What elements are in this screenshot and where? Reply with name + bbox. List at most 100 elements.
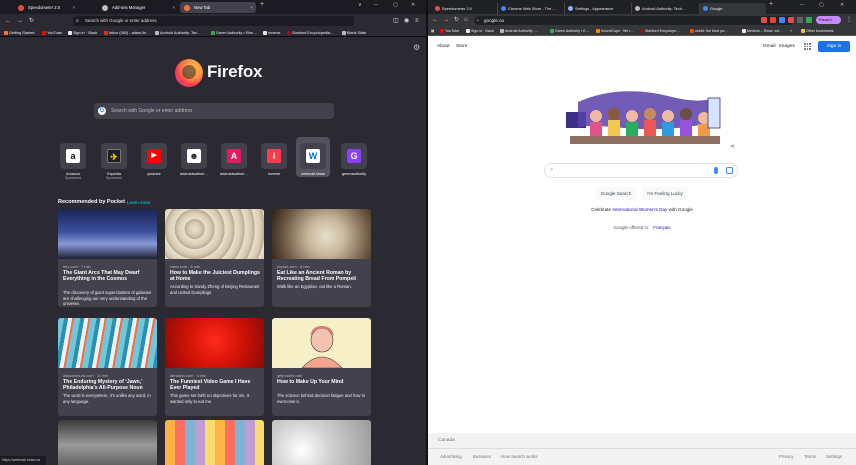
share-icon[interactable]: ⋖ bbox=[730, 143, 735, 150]
chrome-tab[interactable]: Settings - Appearance bbox=[565, 3, 632, 14]
top-site-greenauthority[interactable]: Ggreenauthority bbox=[337, 143, 371, 176]
bookmark-item[interactable]: Android Authority -… bbox=[500, 27, 538, 36]
google-search-input[interactable]: ⌕ bbox=[544, 163, 738, 178]
bookmark-item[interactable]: Inbox (360) - adam.lin… bbox=[104, 29, 150, 37]
apps-grid-icon[interactable]: ▦ bbox=[431, 27, 434, 36]
bookmark-item[interactable]: Blank Slate bbox=[342, 29, 366, 37]
bookmark-item[interactable]: SoundCups · We t… bbox=[596, 27, 634, 36]
maximize-icon[interactable]: ▢ bbox=[393, 2, 398, 8]
top-site-webmail-shaw[interactable]: Wwebmail.shaw bbox=[296, 137, 330, 177]
pocket-card[interactable]: bbc.com · 7 min The Giant Arcs That May … bbox=[58, 209, 157, 307]
bookmark-item[interactable]: Android Authority -Tec… bbox=[155, 29, 201, 37]
extensions-puzzle-icon[interactable] bbox=[797, 17, 803, 23]
pocket-card[interactable]: getpocket.com How to Make Up Your Mind T… bbox=[272, 318, 371, 416]
minimize-icon[interactable]: ─ bbox=[800, 2, 804, 8]
google-search-button[interactable]: Google Search bbox=[596, 187, 636, 200]
gear-icon[interactable]: ⚙ bbox=[413, 43, 420, 52]
new-tab-button[interactable]: + bbox=[260, 1, 264, 8]
home-icon[interactable]: ⌂ bbox=[464, 16, 468, 24]
pocket-card[interactable]: popsci.com · 8 min Eat Like an Ancient R… bbox=[272, 209, 371, 307]
back-arrow-icon[interactable]: ← bbox=[5, 17, 11, 25]
chrome-menu-icon[interactable]: ⋮ bbox=[846, 16, 852, 24]
pocket-icon[interactable]: ◫ bbox=[393, 17, 399, 25]
google-apps-icon[interactable] bbox=[804, 43, 811, 50]
profile-paused-button[interactable]: Paused bbox=[816, 16, 841, 24]
reload-icon[interactable]: ↻ bbox=[454, 16, 459, 24]
firefox-tab-active[interactable]: New Tab × bbox=[180, 2, 256, 13]
extension-icon[interactable] bbox=[806, 17, 812, 23]
language-link-francais[interactable]: Français bbox=[653, 225, 670, 230]
chrome-omnibox[interactable]: • google.ca bbox=[474, 16, 794, 25]
back-arrow-icon[interactable]: ← bbox=[432, 16, 438, 24]
bookmark-item[interactable]: Green Authority • Elec… bbox=[211, 29, 257, 37]
bookmark-item[interactable]: Medium – Read, wri… bbox=[742, 27, 783, 36]
new-tab-button[interactable]: + bbox=[769, 1, 773, 8]
top-site-inverse[interactable]: Iinverse bbox=[257, 143, 291, 176]
forward-arrow-icon[interactable]: → bbox=[17, 17, 23, 25]
chrome-tab[interactable]: Chrome Web Store - The… bbox=[498, 3, 565, 14]
bookmark-item[interactable]: Stanford Encyclope… bbox=[640, 27, 680, 36]
extension-icon[interactable] bbox=[761, 17, 767, 23]
firefox-tab[interactable]: Add-ons Manager × bbox=[98, 2, 178, 13]
footer-link-settings[interactable]: Settings bbox=[826, 454, 842, 459]
images-link[interactable]: Images bbox=[779, 44, 795, 49]
pocket-card[interactable]: atlasobscura.com · 11 min The Enduring M… bbox=[58, 318, 157, 416]
other-bookmarks-folder[interactable]: Other bookmarks bbox=[801, 27, 834, 36]
bookmark-item[interactable]: Sign in · Slack bbox=[68, 29, 97, 37]
footer-link-how-search-works[interactable]: How Search works bbox=[501, 454, 538, 459]
bookmarks-overflow-button[interactable]: » bbox=[790, 27, 792, 36]
bookmark-item[interactable]: Inverse bbox=[263, 29, 280, 37]
bookmark-item[interactable]: Getting Started bbox=[4, 29, 35, 37]
bookmark-item[interactable]: YouTube bbox=[42, 29, 62, 37]
top-site-amazon[interactable]: a Amazon Sponsored bbox=[56, 143, 90, 180]
chrome-tab-active[interactable]: Google bbox=[700, 3, 766, 14]
top-site-androidauthority[interactable]: ☻ androidauthori… bbox=[177, 143, 211, 176]
bookmark-item[interactable]: Sign in · Slack bbox=[466, 27, 494, 36]
microphone-icon[interactable] bbox=[714, 167, 718, 174]
footer-link-advertising[interactable]: Advertising bbox=[440, 454, 462, 459]
pocket-card[interactable] bbox=[272, 420, 371, 465]
womens-day-link[interactable]: International Women's Day bbox=[612, 207, 667, 212]
about-link[interactable]: About bbox=[437, 44, 450, 49]
extension-icon[interactable] bbox=[788, 17, 794, 23]
close-tab-icon[interactable]: × bbox=[173, 2, 175, 13]
bookmark-item[interactable]: Stanford Encyclopedia… bbox=[287, 29, 334, 37]
footer-link-terms[interactable]: Terms bbox=[804, 454, 816, 459]
firefox-url-bar[interactable]: ⌕ Search with Google or enter address bbox=[73, 16, 354, 26]
extension-icon[interactable] bbox=[779, 17, 785, 23]
bookmark-item[interactable]: reddit: the front pa… bbox=[690, 27, 728, 36]
top-site-youtube[interactable]: ▶ youtube bbox=[137, 143, 171, 176]
bookmark-item[interactable]: Green Authority • E… bbox=[550, 27, 589, 36]
chrome-tab[interactable]: Android Authority: Tech… bbox=[632, 3, 700, 14]
menu-icon[interactable]: ≡ bbox=[415, 17, 419, 25]
footer-link-privacy[interactable]: Privacy bbox=[779, 454, 793, 459]
reload-icon[interactable]: ↻ bbox=[29, 17, 34, 25]
top-site-androidauthority-2[interactable]: Aandroidauthori… bbox=[217, 143, 251, 176]
pocket-card[interactable] bbox=[165, 420, 264, 465]
pocket-card[interactable] bbox=[58, 420, 157, 465]
account-icon[interactable]: ◉ bbox=[404, 17, 409, 25]
sign-in-button[interactable]: Sign in bbox=[818, 41, 850, 52]
list-tabs-icon[interactable]: ∨ bbox=[358, 2, 362, 8]
close-window-icon[interactable]: ✕ bbox=[411, 2, 415, 8]
bookmark-item[interactable]: YouTube bbox=[440, 27, 459, 36]
chrome-tab[interactable]: Speedometer 2.0 bbox=[432, 3, 498, 14]
pocket-card[interactable]: abnation.com · 3 min The Funniest Video … bbox=[165, 318, 264, 416]
newtab-search-input[interactable]: G Search with Google or enter address bbox=[94, 103, 334, 119]
footer-link-business[interactable]: Business bbox=[473, 454, 491, 459]
maximize-icon[interactable]: ▢ bbox=[819, 2, 824, 8]
google-lens-icon[interactable] bbox=[726, 167, 733, 174]
forward-arrow-icon[interactable]: → bbox=[443, 16, 449, 24]
close-tab-icon[interactable]: × bbox=[251, 2, 253, 13]
google-doodle[interactable] bbox=[558, 90, 725, 152]
firefox-tab[interactable]: Speedometer 2.0 × bbox=[14, 2, 78, 13]
store-link[interactable]: Store bbox=[456, 44, 467, 49]
pocket-learn-more-link[interactable]: Learn more bbox=[127, 200, 151, 205]
minimize-icon[interactable]: ─ bbox=[374, 2, 378, 8]
pocket-card[interactable]: eater.com · 8 min How to Make the Juicie… bbox=[165, 209, 264, 307]
close-window-icon[interactable]: ✕ bbox=[840, 2, 844, 8]
feeling-lucky-button[interactable]: I'm Feeling Lucky bbox=[642, 187, 688, 200]
gmail-link[interactable]: Gmail bbox=[763, 44, 776, 49]
close-tab-icon[interactable]: × bbox=[73, 2, 75, 13]
top-site-expedia[interactable]: ✈ Expedia Sponsored bbox=[97, 143, 131, 180]
